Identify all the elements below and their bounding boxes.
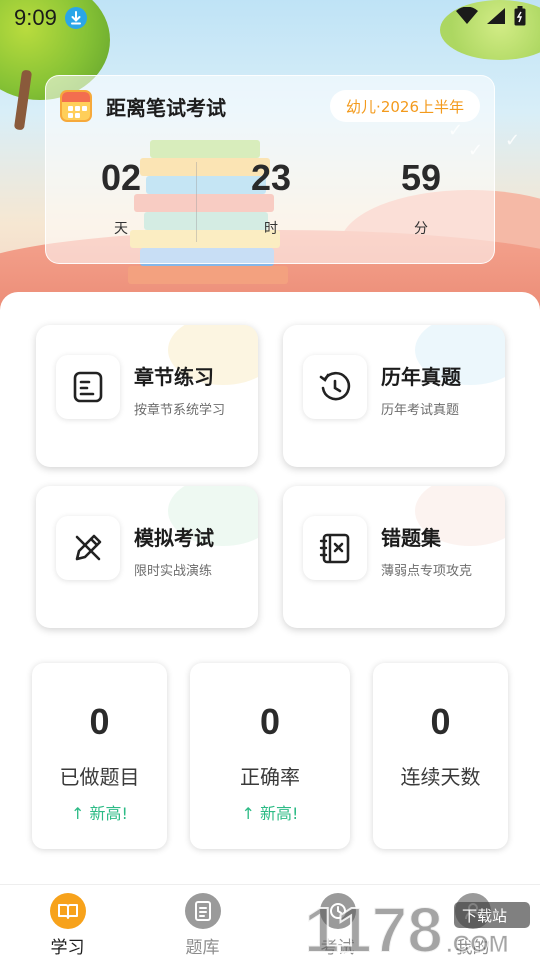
feature-subtitle: 按章节系统学习 xyxy=(134,403,226,418)
minutes-unit: 分 xyxy=(414,221,428,237)
question-bank-icon xyxy=(184,893,221,929)
wrong-questions-icon xyxy=(303,516,367,580)
countdown-values: 02 天 23 时 59 分 xyxy=(46,156,496,246)
stat-trend: ↑ 新高! xyxy=(241,804,299,823)
history-icon xyxy=(303,355,367,419)
nav-label: 我的 xyxy=(455,938,490,958)
countdown-days: 02 天 xyxy=(46,156,196,246)
battery-icon xyxy=(514,6,526,30)
exam-icon xyxy=(319,893,356,929)
nav-item-exam[interactable]: 考试 xyxy=(270,885,405,960)
stat-label: 连续天数 xyxy=(400,765,481,789)
nav-item-study[interactable]: 学习 xyxy=(0,885,135,960)
stat-label: 已做题目 xyxy=(59,765,140,789)
status-time: 9:09 xyxy=(14,5,57,30)
stat-card-accuracy: 0 正确率 ↑ 新高! xyxy=(190,663,350,849)
bottom-nav: 学习 题库 考试 我的 xyxy=(0,884,540,960)
hours-value: 23 xyxy=(250,157,292,198)
stat-value: 0 xyxy=(89,701,110,742)
stat-trend: ↑ 新高! xyxy=(71,804,128,823)
mock-exam-card[interactable]: 模拟考试 限时实战演练 xyxy=(36,486,258,628)
exam-category-selector[interactable]: 幼儿·2026上半年 xyxy=(330,90,480,122)
days-unit: 天 xyxy=(114,221,128,237)
wifi-icon xyxy=(456,6,478,29)
nav-item-profile[interactable]: 我的 xyxy=(405,885,540,960)
feature-subtitle: 薄弱点专项攻克 xyxy=(381,564,473,579)
countdown-header: 距离笔试考试 xyxy=(60,90,226,122)
nav-label: 考试 xyxy=(320,938,355,958)
signal-icon xyxy=(486,7,506,29)
profile-icon xyxy=(454,893,491,929)
stat-card-streak: 0 连续天数 xyxy=(373,663,508,849)
chapter-icon xyxy=(56,355,120,419)
feature-title: 错题集 xyxy=(381,526,441,550)
feature-title: 历年真题 xyxy=(381,365,461,389)
nav-label: 学习 xyxy=(50,938,85,958)
stat-value: 0 xyxy=(259,701,281,742)
nav-label: 题库 xyxy=(185,938,220,958)
feature-title: 章节练习 xyxy=(134,365,214,389)
nav-item-question-bank[interactable]: 题库 xyxy=(135,885,270,960)
countdown-hours: 23 时 xyxy=(196,156,346,246)
countdown-title: 距离笔试考试 xyxy=(106,95,226,120)
feature-title: 模拟考试 xyxy=(134,526,214,550)
days-value: 02 xyxy=(100,157,142,198)
minutes-value: 59 xyxy=(400,157,442,198)
countdown-minutes: 59 分 xyxy=(346,156,496,246)
exam-countdown-card: 距离笔试考试 幼儿·2026上半年 02 天 23 时 59 分 xyxy=(45,75,495,264)
status-bar: 9:09 xyxy=(0,0,540,36)
feature-subtitle: 历年考试真题 xyxy=(381,403,460,418)
book-icon xyxy=(49,893,86,929)
past-exams-card[interactable]: 历年真题 历年考试真题 xyxy=(283,325,505,467)
download-icon xyxy=(64,7,87,29)
stat-value: 0 xyxy=(430,701,451,742)
chapter-practice-card[interactable]: 章节练习 按章节系统学习 xyxy=(36,325,258,467)
mock-exam-icon xyxy=(56,516,120,580)
hours-unit: 时 xyxy=(264,221,278,237)
calendar-icon xyxy=(60,90,92,122)
stat-card-answered: 0 已做题目 ↑ 新高! xyxy=(32,663,167,849)
wrong-questions-card[interactable]: 错题集 薄弱点专项攻克 xyxy=(283,486,505,628)
stat-label: 正确率 xyxy=(240,765,300,789)
feature-subtitle: 限时实战演练 xyxy=(134,564,213,579)
